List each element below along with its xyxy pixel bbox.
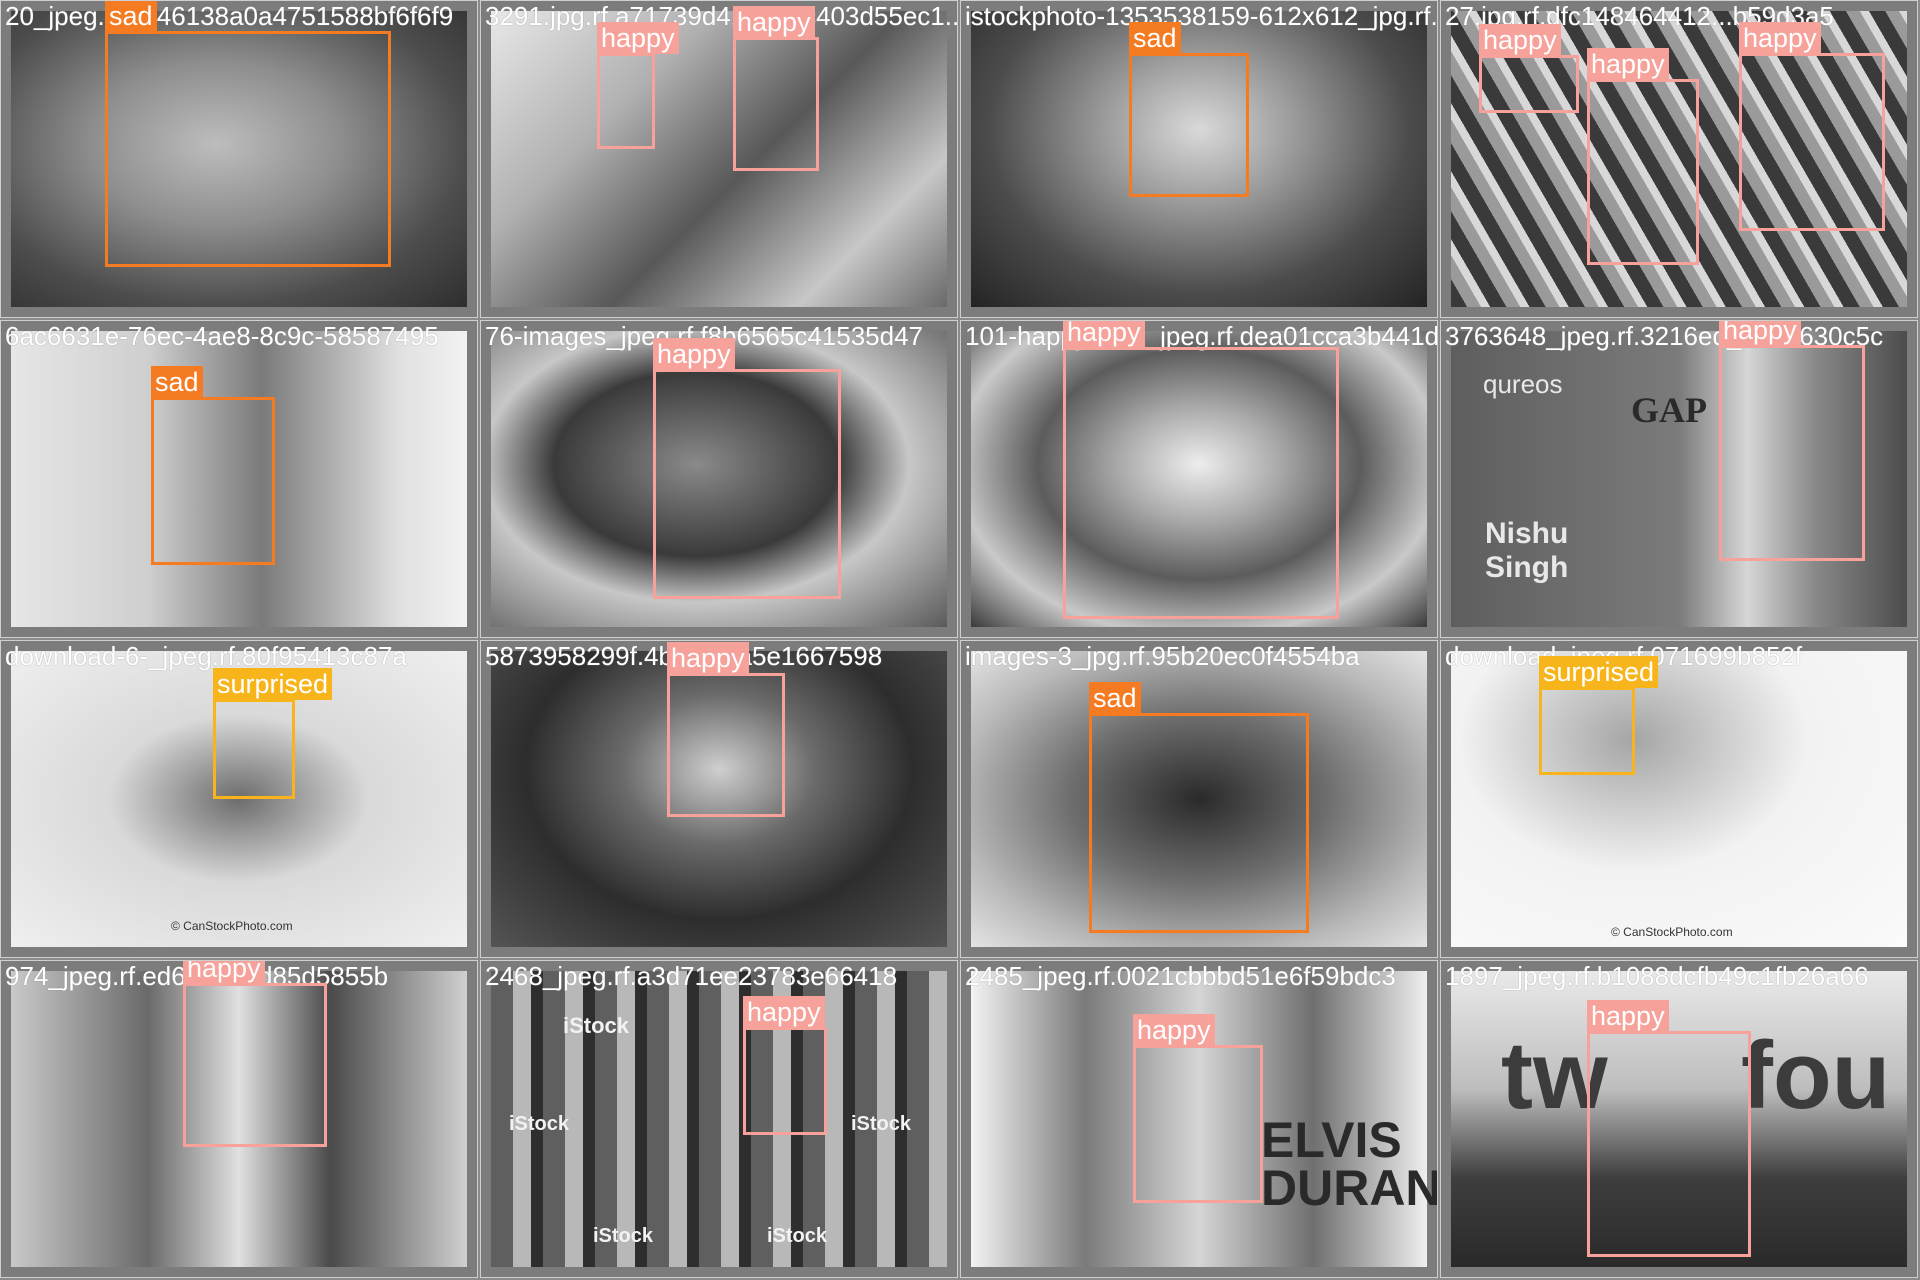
image-tile: 974_jpeg.rf.ed6d3234d85d5855b happy (0, 960, 478, 1278)
detection-box: sad (151, 366, 275, 565)
image-tile: 6ac6631e-76ec-4ae8-8c9c-58587495 sad (0, 320, 478, 638)
detection-box: happy (1739, 22, 1885, 231)
detection-box: happy (597, 22, 679, 149)
detection-label: happy (183, 961, 265, 984)
image-tile: 101-happy-face_jpeg.rf.dea01cca3b441d7de… (960, 320, 1438, 638)
tile-filename: download-6-_jpeg.rf.80f95413c87a (5, 641, 407, 671)
photo-watermark: © CanStockPhoto.com (1611, 925, 1733, 939)
image-tile: ELVIS DURAN 2485_jpeg.rf.0021cbbbd51e6f5… (960, 960, 1438, 1278)
detection-label: sad (151, 366, 203, 398)
detection-box: happy (1479, 24, 1579, 113)
image-tile: istockphoto-1353538159-612x612_jpg.rf...… (960, 0, 1438, 318)
tile-filename: 3291.jpg.rf.a71739d41a1e6c403d55ec1... (485, 1, 958, 31)
face-photo (1451, 651, 1907, 947)
background-text: iStock (593, 1225, 654, 1247)
detection-box: surprised (213, 668, 333, 799)
background-text: iStock (767, 1225, 828, 1247)
background-text: Nishu (1485, 517, 1569, 550)
detection-box: happy (183, 961, 327, 1147)
detection-label: happy (667, 642, 749, 674)
background-text: qureos (1483, 369, 1563, 399)
detection-box: happy (1719, 321, 1865, 561)
face-photo (491, 11, 947, 307)
detection-label: happy (1587, 48, 1669, 80)
detection-label: happy (1063, 321, 1145, 348)
detection-box: happy (1133, 1014, 1263, 1203)
detection-box: surprised (1539, 656, 1659, 775)
tile-filename: istockphoto-1353538159-612x612_jpg.rf... (965, 1, 1438, 31)
image-tile: 20_jpeg.rf.6e46138a0a4751588bf6f6f9 sad (0, 0, 478, 318)
background-text: GAP (1631, 390, 1707, 430)
image-tile: 76-images_jpeg.rf.f8b6565c41535d47 happy (480, 320, 958, 638)
detection-label: happy (1739, 22, 1821, 54)
tile-filename: 1897_jpeg.rf.b1088dcfb49c1fb26a66 (1445, 961, 1869, 991)
detection-label: happy (653, 338, 735, 370)
detection-label: sad (1089, 682, 1141, 714)
detection-label: surprised (1539, 656, 1659, 688)
detection-box: happy (667, 642, 785, 817)
detection-box: happy (743, 996, 827, 1135)
image-tile: qureos GAP Nishu Singh 3763648_jpeg.rf.3… (1440, 320, 1918, 638)
detection-box: sad (1129, 22, 1249, 197)
background-text: iStock (509, 1113, 570, 1135)
tile-filename: 2485_jpeg.rf.0021cbbbd51e6f59bdc3 (965, 961, 1396, 991)
background-text: fou (1741, 1022, 1891, 1129)
tile-filename: 2468_jpeg.rf.a3d71ee23783e66418 (485, 961, 898, 991)
detection-label: happy (1133, 1014, 1215, 1046)
image-tile: © CanStockPhoto.com download_jpeg.rf.071… (1440, 640, 1918, 958)
background-text: Singh (1485, 551, 1569, 584)
detection-box: happy (733, 6, 819, 171)
background-text: iStock (563, 1013, 630, 1038)
detection-label: sad (1129, 22, 1181, 54)
photo-watermark: © CanStockPhoto.com (171, 919, 293, 933)
detection-label: happy (1479, 24, 1561, 56)
image-tile: 3291.jpg.rf.a71739d41a1e6c403d55ec1... h… (480, 0, 958, 318)
background-text: iStock (851, 1113, 912, 1135)
detection-label: happy (1587, 1000, 1669, 1032)
background-text: DURAN (1261, 1160, 1438, 1216)
tile-filename: images-3_jpg.rf.95b20ec0f4554ba (965, 641, 1360, 671)
detection-label: happy (743, 996, 825, 1028)
detection-box: happy (1587, 1000, 1751, 1257)
image-tile: © CanStockPhoto.com download-6-_jpeg.rf.… (0, 640, 478, 958)
detection-box: sad (1089, 682, 1309, 933)
image-tile: iStock iStock iStock iStock iStock 2468_… (480, 960, 958, 1278)
detection-label: happy (1719, 321, 1801, 346)
image-tile: images-3_jpg.rf.95b20ec0f4554ba sad (960, 640, 1438, 958)
image-tile: 5873958299f.4b2ffadfa5e1667598 happy (480, 640, 958, 958)
image-tile: tw fou 1897_jpeg.rf.b1088dcfb49c1fb26a66… (1440, 960, 1918, 1278)
image-tile: 27.jpg.rf.dfc148464412...b59d3a5 happy h… (1440, 0, 1918, 318)
detection-label: surprised (213, 668, 333, 700)
detection-label: happy (597, 22, 679, 54)
detection-label: happy (733, 6, 815, 38)
image-mosaic: 20_jpeg.rf.6e46138a0a4751588bf6f6f9 sad … (0, 0, 1920, 1280)
detection-box: happy (1063, 321, 1339, 619)
detection-label: sad (105, 1, 157, 32)
detection-box: happy (653, 338, 841, 599)
detection-box: sad (105, 1, 391, 267)
detection-box: happy (1587, 48, 1699, 265)
tile-filename: 20_jpeg.rf.6e46138a0a4751588bf6f6f9 (5, 1, 454, 31)
tile-filename: 6ac6631e-76ec-4ae8-8c9c-58587495 (5, 321, 439, 351)
